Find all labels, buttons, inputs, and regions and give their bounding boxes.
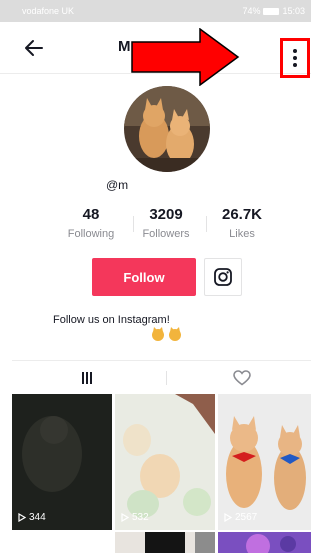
carrier-label: vodafone UK (22, 6, 75, 16)
stat-following[interactable]: 48 Following (51, 206, 131, 240)
cat-emoji-icon (152, 327, 181, 341)
view-count-value: 532 (132, 512, 149, 523)
battery-icon (263, 7, 280, 15)
view-count-value: 344 (29, 512, 46, 523)
more-dot (293, 56, 297, 60)
followers-count: 3209 (149, 206, 183, 223)
video-tile[interactable]: 344 (12, 394, 112, 530)
tab-videos[interactable] (12, 361, 161, 395)
video-tile[interactable]: 2567 (218, 394, 311, 530)
profile-stats: 48 Following 3209 Followers 26.7K Likes (0, 206, 311, 246)
back-arrow-icon (25, 40, 43, 56)
status-bar: vodafone UK 74% 15:03 (0, 0, 311, 22)
video-tile[interactable] (12, 532, 112, 553)
grid-icon (81, 372, 92, 384)
view-count: 2567 (224, 512, 257, 523)
heart-icon (232, 370, 251, 386)
video-tile[interactable]: 532 (115, 394, 215, 530)
following-count: 48 (82, 206, 100, 223)
cats-photo-icon (124, 86, 210, 172)
video-thumbnail-icon (12, 394, 112, 530)
more-options-button[interactable] (280, 38, 310, 78)
battery-percent: 74% (242, 6, 261, 16)
more-dot (293, 63, 297, 67)
likes-count: 26.7K (221, 206, 263, 223)
view-count: 344 (18, 512, 46, 523)
view-count-value: 2567 (235, 512, 258, 523)
content-tabs (12, 360, 311, 394)
back-button[interactable] (22, 36, 46, 60)
video-thumbnail-icon (115, 394, 215, 530)
page-title: M (118, 38, 131, 55)
following-label: Following (67, 228, 115, 240)
video-tile[interactable] (115, 532, 215, 553)
play-icon (18, 513, 26, 522)
follow-button[interactable]: Follow (92, 258, 196, 296)
play-icon (121, 513, 129, 522)
stat-likes[interactable]: 26.7K Likes (202, 206, 282, 240)
followers-label: Followers (142, 228, 190, 240)
bio-text: Follow us on Instagram! (53, 314, 170, 326)
video-tile[interactable] (218, 532, 311, 553)
more-dots-icon (293, 49, 297, 53)
top-nav: M (0, 22, 311, 86)
tab-liked[interactable] (167, 361, 316, 395)
view-count: 532 (121, 512, 149, 523)
red-arrow-annotation (131, 28, 240, 86)
likes-label: Likes (229, 228, 255, 240)
username: @m (106, 178, 129, 192)
video-grid: 344 532 2567 (12, 394, 311, 553)
instagram-button[interactable] (204, 258, 242, 296)
avatar[interactable] (124, 86, 210, 172)
play-icon (224, 513, 232, 522)
video-thumbnail-icon (218, 532, 311, 553)
instagram-icon (214, 268, 232, 286)
video-thumbnail-icon (115, 532, 215, 553)
video-thumbnail-icon (218, 394, 311, 530)
stat-followers[interactable]: 3209 Followers (126, 206, 206, 240)
clock: 15:03 (282, 6, 305, 16)
status-right: 74% 15:03 (242, 6, 305, 16)
